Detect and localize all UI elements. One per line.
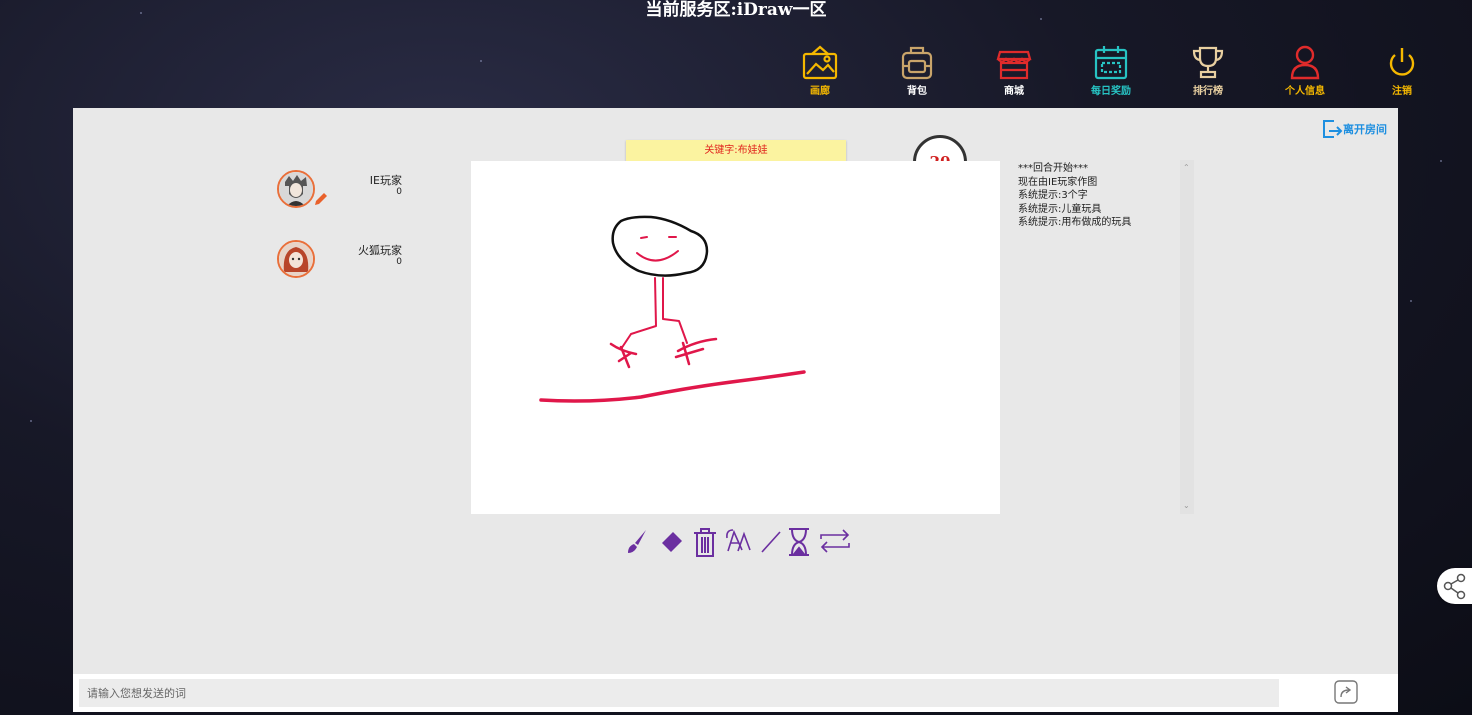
- clear-canvas-button[interactable]: [692, 526, 718, 562]
- log-line: 系统提示:用布做成的玩具: [1018, 217, 1132, 228]
- eraser-icon: [662, 532, 682, 552]
- avatar[interactable]: [277, 240, 315, 278]
- stroke-neck-right: [662, 277, 688, 344]
- stroke-mouth: [636, 250, 679, 262]
- swap-tool-button[interactable]: [818, 526, 852, 560]
- gallery-icon: [802, 45, 838, 80]
- nav-label: 背包: [907, 86, 927, 97]
- nav-logout[interactable]: 注销: [1360, 44, 1444, 97]
- eraser-tool-button[interactable]: [658, 526, 686, 560]
- nav-label: 个人信息: [1285, 86, 1325, 97]
- scroll-down-icon[interactable]: ⌄: [1183, 502, 1190, 510]
- exit-icon: [1323, 120, 1343, 138]
- undo-tool-button[interactable]: [786, 526, 812, 562]
- send-button[interactable]: [1334, 680, 1358, 704]
- shop-icon: [996, 50, 1032, 80]
- star-decoration: [1410, 300, 1412, 302]
- fill-icon: [726, 529, 751, 552]
- drawing-strokes: [539, 215, 806, 403]
- log-line: 系统提示:儿童玩具: [1018, 203, 1102, 215]
- trophy-icon: [1192, 46, 1224, 79]
- player-card: 火狐玩家 0: [277, 240, 402, 278]
- nav-label: 每日奖励: [1091, 86, 1131, 97]
- nav-label: 商城: [1004, 86, 1024, 97]
- stroke-hand-left: [609, 342, 638, 369]
- player-card: IE玩家 0: [277, 170, 402, 208]
- share-button[interactable]: [1437, 568, 1472, 604]
- scroll-up-icon[interactable]: ⌃: [1183, 164, 1190, 172]
- player-score: 0: [396, 257, 402, 267]
- nav-backpack[interactable]: 背包: [875, 44, 959, 97]
- fill-tool-button[interactable]: [724, 526, 752, 560]
- player-name: 火狐玩家: [358, 244, 402, 257]
- brush-icon: [628, 530, 646, 553]
- swap-icon: [820, 529, 850, 553]
- star-decoration: [30, 420, 32, 422]
- stroke-head: [611, 215, 709, 277]
- nav-profile[interactable]: 个人信息: [1263, 44, 1347, 97]
- share-icon: [1443, 573, 1466, 600]
- nav-gallery[interactable]: 画廊: [778, 44, 862, 97]
- stroke-eye-left: [640, 236, 648, 239]
- hourglass-icon: [789, 528, 809, 556]
- log-line: ***回合开始***: [1018, 163, 1088, 174]
- server-title: 当前服务区:iDraw一区: [645, 0, 827, 20]
- keyword-tag: 关键字:布娃娃: [626, 140, 846, 161]
- star-decoration: [480, 60, 482, 62]
- user-icon: [1290, 45, 1320, 80]
- log-line: 现在由IE玩家作图: [1018, 176, 1098, 188]
- chat-input[interactable]: [79, 679, 1279, 707]
- drawing-pencil-icon: [315, 193, 327, 205]
- nav-label: 注销: [1392, 86, 1412, 97]
- message-log: ***回合开始*** 现在由IE玩家作图 系统提示:3个字 系统提示:儿童玩具 …: [1018, 162, 1168, 230]
- leave-room-label: 离开房间: [1343, 123, 1387, 136]
- send-icon: [1334, 680, 1358, 704]
- trash-icon: [694, 528, 716, 557]
- line-tool-button[interactable]: [758, 526, 784, 560]
- stroke-neck-left: [620, 277, 657, 350]
- stroke-ground: [539, 370, 806, 403]
- nav-label: 排行榜: [1193, 86, 1223, 97]
- nav-leaderboard[interactable]: 排行榜: [1166, 44, 1250, 97]
- player-name: IE玩家: [369, 174, 402, 187]
- backpack-icon: [901, 46, 933, 80]
- log-scrollbar[interactable]: ⌃ ⌄: [1180, 160, 1194, 514]
- stroke-hand-right: [674, 337, 718, 366]
- power-icon: [1389, 48, 1415, 76]
- nav-label: 画廊: [810, 86, 830, 97]
- line-icon: [761, 531, 781, 553]
- log-line: 系统提示:3个字: [1018, 190, 1088, 201]
- star-decoration: [1440, 160, 1442, 162]
- leave-room-button[interactable]: 离开房间: [1321, 118, 1387, 140]
- nav-daily-reward[interactable]: 每日奖励: [1069, 44, 1153, 97]
- calendar-icon: [1094, 46, 1128, 80]
- player-score: 0: [396, 187, 402, 197]
- brush-tool-button[interactable]: [624, 526, 650, 560]
- drawing-canvas[interactable]: [471, 161, 1000, 514]
- nav-shop[interactable]: 商城: [972, 44, 1056, 97]
- avatar[interactable]: [277, 170, 315, 208]
